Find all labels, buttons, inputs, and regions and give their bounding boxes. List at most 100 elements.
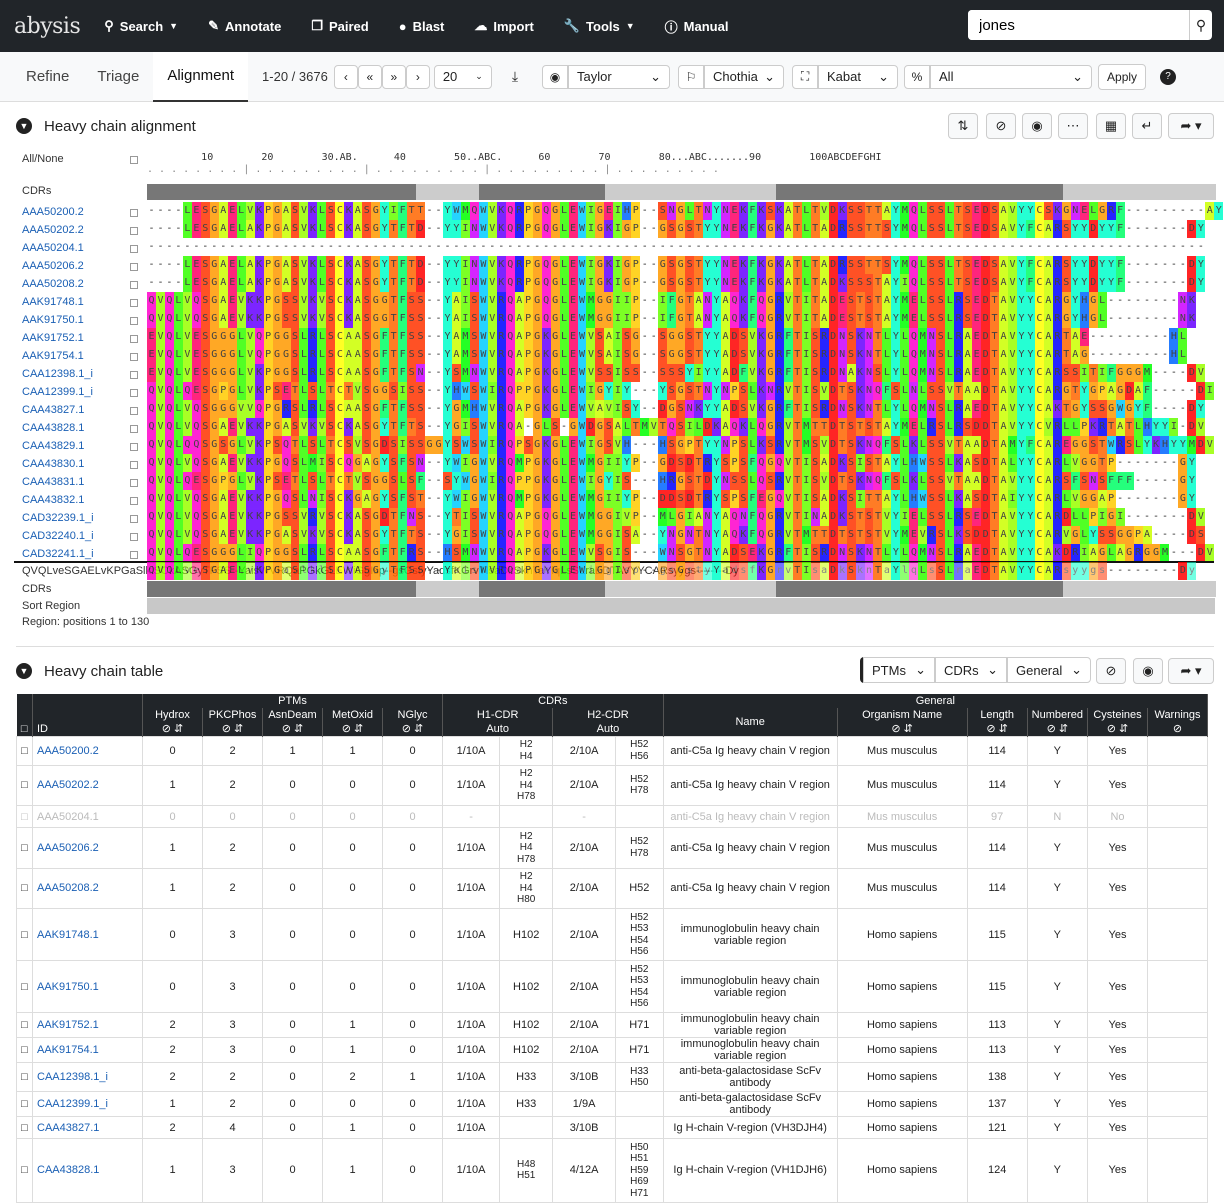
tab-triage[interactable]: Triage: [83, 52, 153, 102]
table-row[interactable]: □ AAK91748.1 0 3 0 0 0 1/10A H102 2/10A H52 H53 H54 H…: [16, 908, 1208, 961]
row-id-link[interactable]: AAA50206.2: [32, 827, 143, 869]
collapse-chevron-icon[interactable]: ▼: [16, 663, 32, 679]
col-filter-controls[interactable]: ⊘ ⇵: [202, 722, 263, 736]
col-filter-controls[interactable]: ⊘ ⇵: [837, 722, 968, 736]
numbering-select[interactable]: Kabat ⌄: [818, 64, 899, 89]
table-row[interactable]: □ CAA43827.1 2 4 0 1 0 1/10A 3/10B Ig H-chain V-r…: [16, 1116, 1208, 1139]
table-row[interactable]: □ CAA12399.1_i 1 2 0 0 0 1/10A H33 1/9A anti-beta-…: [16, 1091, 1208, 1117]
row-checkbox[interactable]: □: [16, 867, 33, 909]
col-metoxid[interactable]: MetOxid: [322, 708, 383, 722]
sequence-id-link[interactable]: CAA43829.1: [22, 440, 84, 452]
eye-icon[interactable]: ◉: [1133, 658, 1163, 684]
row-id-link[interactable]: AAK91754.1: [32, 1037, 143, 1063]
eye-icon[interactable]: ◉: [1022, 113, 1052, 139]
sequence-id-link[interactable]: CAA12398.1_i: [22, 368, 93, 380]
sequence-checkbox[interactable]: [130, 497, 138, 505]
col-h1-cdr[interactable]: H1-CDR: [442, 708, 554, 722]
row-checkbox[interactable]: □: [16, 1091, 33, 1117]
table-row[interactable]: □ AAA50206.2 1 2 0 0 0 1/10A H2 H4 H78 2/10A H52 H78 a…: [16, 827, 1208, 869]
import-link[interactable]: ☁ Import: [474, 18, 533, 34]
page-size-select[interactable]: 20 ⌄: [433, 64, 492, 89]
table-row[interactable]: □ CAA43828.1 1 3 0 1 0 1/10A H48 H51 4/12A H50 H51 H5…: [16, 1138, 1208, 1203]
row-checkbox[interactable]: □: [16, 1116, 33, 1139]
row-id-link[interactable]: CAA43827.1: [32, 1116, 143, 1139]
col-filter-controls[interactable]: ⊘: [1147, 722, 1208, 736]
row-checkbox[interactable]: □: [16, 764, 33, 806]
next-page-button[interactable]: ›: [405, 64, 430, 89]
sequence-checkbox[interactable]: [130, 227, 138, 235]
export-icon[interactable]: ➦ ▾: [1168, 658, 1214, 684]
sequence-id-link[interactable]: AAK91750.1: [22, 314, 84, 326]
eye-slash-icon[interactable]: ⊘: [986, 113, 1016, 139]
help-icon[interactable]: ?: [1160, 68, 1177, 85]
grid-icon[interactable]: ▦: [1096, 113, 1126, 139]
sequence-id-link[interactable]: CAA43827.1: [22, 404, 84, 416]
col-filter-controls[interactable]: ⊘ ⇵: [967, 722, 1028, 736]
row-id-link[interactable]: AAA50204.1: [32, 805, 143, 828]
table-row[interactable]: □ AAK91750.1 0 3 0 0 0 1/10A H102 2/10A H52 H53 H54 H…: [16, 960, 1208, 1013]
first-page-button[interactable]: «: [357, 64, 382, 89]
col-nglyc[interactable]: NGlyc: [382, 708, 443, 722]
prev-page-button[interactable]: ‹: [333, 64, 358, 89]
row-id-link[interactable]: CAA43828.1: [32, 1138, 143, 1203]
color-scheme-select[interactable]: Taylor ⌄: [568, 64, 671, 89]
collapse-chevron-icon[interactable]: ▼: [16, 118, 32, 134]
h1-auto-label[interactable]: Auto: [442, 722, 554, 736]
cdr-scheme-select[interactable]: Chothia ⌄: [704, 64, 785, 89]
row-id-link[interactable]: AAA50208.2: [32, 867, 143, 909]
col-filter-controls[interactable]: ⊘ ⇵: [262, 722, 323, 736]
col-organism[interactable]: Organism Name: [837, 708, 968, 722]
sequence-id-link[interactable]: AAK91754.1: [22, 350, 84, 362]
row-checkbox[interactable]: □: [16, 735, 33, 766]
sequence-checkbox[interactable]: [130, 425, 138, 433]
table-row[interactable]: □ AAA50202.2 1 2 0 0 0 1/10A H2 H4 H78 2/10A H52 H78 a…: [16, 764, 1208, 806]
paired-link[interactable]: ❐ Paired: [311, 18, 368, 34]
col-asndeam[interactable]: AsnDeam: [262, 708, 323, 722]
col-filter-controls[interactable]: ⊘ ⇵: [1087, 722, 1148, 736]
sequence-checkbox[interactable]: [130, 533, 138, 541]
col-warnings[interactable]: Warnings: [1147, 708, 1208, 722]
table-row[interactable]: □ AAA50208.2 1 2 0 0 0 1/10A H2 H4 H80 2/10A H52 anti…: [16, 867, 1208, 909]
col-filter-controls[interactable]: ⊘ ⇵: [322, 722, 383, 736]
row-id-link[interactable]: AAK91748.1: [32, 908, 143, 961]
row-checkbox[interactable]: □: [16, 1138, 33, 1203]
more-icon[interactable]: ⋯: [1058, 113, 1088, 139]
sequence-id-link[interactable]: AAK91752.1: [22, 332, 84, 344]
sequence-checkbox[interactable]: [130, 281, 138, 289]
tab-refine[interactable]: Refine: [12, 52, 83, 102]
sequence-id-link[interactable]: CAD32241.1_i: [22, 548, 94, 560]
filter-select[interactable]: All ⌄: [930, 64, 1093, 89]
row-id-link[interactable]: AAA50202.2: [32, 764, 143, 806]
global-search-input[interactable]: [968, 10, 1189, 40]
sequence-id-link[interactable]: CAA43832.1: [22, 494, 84, 506]
sequence-id-link[interactable]: AAA50200.2: [22, 206, 84, 218]
export-icon[interactable]: ➦ ▾: [1168, 113, 1214, 139]
sequence-checkbox[interactable]: [130, 263, 138, 271]
sequence-checkbox[interactable]: [130, 245, 138, 253]
sequence-id-link[interactable]: AAA50208.2: [22, 278, 84, 290]
ptms-menu[interactable]: PTMs ⌄: [863, 657, 935, 683]
row-checkbox[interactable]: □: [16, 1037, 33, 1063]
search-menu[interactable]: ⚲ Search ▼: [104, 18, 178, 34]
last-page-button[interactable]: »: [381, 64, 406, 89]
col-id[interactable]: ID: [32, 722, 143, 736]
row-id-link[interactable]: AAA50200.2: [32, 735, 143, 766]
sequence-id-link[interactable]: CAD32239.1_i: [22, 512, 94, 524]
sequence-checkbox[interactable]: [130, 353, 138, 361]
col-filter-controls[interactable]: ⊘ ⇵: [142, 722, 203, 736]
col-hydrox[interactable]: Hydrox: [142, 708, 203, 722]
row-checkbox[interactable]: □: [16, 960, 33, 1013]
sequence-id-link[interactable]: CAA43828.1: [22, 422, 84, 434]
row-id-link[interactable]: CAA12399.1_i: [32, 1091, 143, 1117]
sequence-checkbox[interactable]: [130, 371, 138, 379]
row-checkbox[interactable]: □: [16, 908, 33, 961]
col-length[interactable]: Length: [967, 708, 1028, 722]
row-checkbox[interactable]: □: [16, 805, 33, 828]
table-row[interactable]: □ AAK91754.1 2 3 0 1 0 1/10A H102 2/10A H71 immunog…: [16, 1037, 1208, 1063]
col-h2-cdr[interactable]: H2-CDR: [552, 708, 664, 722]
tools-menu[interactable]: 🔧 Tools ▼: [564, 18, 635, 34]
select-all-rows-checkbox[interactable]: □: [16, 722, 33, 736]
manual-link[interactable]: ⓘ Manual: [665, 17, 729, 36]
sequence-checkbox[interactable]: [130, 317, 138, 325]
eye-slash-icon[interactable]: ⊘: [1096, 658, 1126, 684]
